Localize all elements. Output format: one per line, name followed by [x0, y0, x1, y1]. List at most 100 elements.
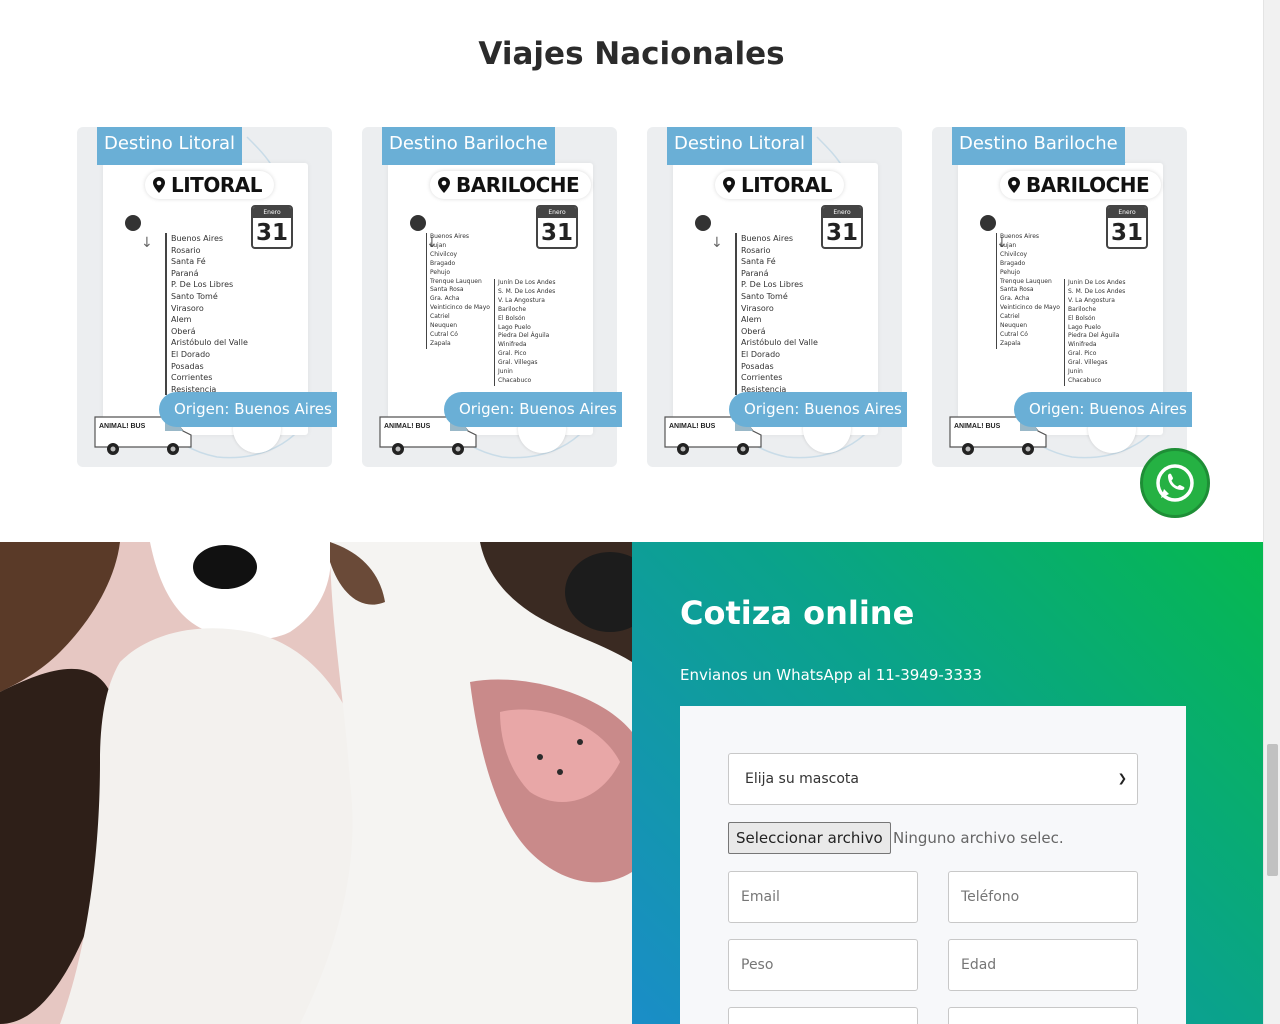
stop-item: Piedra Del Águila — [1068, 332, 1120, 340]
stop-item: Gra. Acha — [430, 295, 460, 303]
stop-item: Zapala — [430, 339, 451, 347]
stop-item: Aristóbulo del Valle — [741, 338, 818, 348]
destination-name-text: BARILOCHE — [1026, 173, 1150, 197]
form-field[interactable] — [948, 1007, 1138, 1024]
stops-list-secondary: Junin De Los Andes S. M. De Los Andes V. L… — [1064, 279, 1125, 386]
origin-tag: Origen: Buenos Aires — [444, 392, 622, 427]
stop-item: Posadas — [171, 361, 204, 371]
location-pin-icon — [153, 177, 165, 193]
stop-item: S. M. De Los Andes — [498, 287, 556, 295]
stop-item: El Dorado — [741, 349, 781, 359]
svg-text:ANIMAL! BUS: ANIMAL! BUS — [384, 423, 431, 430]
stop-item: El Dorado — [171, 349, 211, 359]
scrollbar-thumb[interactable] — [1267, 744, 1278, 876]
stop-item: Zapala — [1000, 339, 1021, 347]
email-field[interactable]: Email — [728, 871, 918, 923]
chevron-down-icon: ❯ — [1117, 772, 1127, 785]
destination-tag: Destino Litoral — [667, 127, 813, 165]
stop-item: Cutral Có — [1000, 330, 1028, 338]
calendar-day: 31 — [255, 220, 288, 246]
stop-item: Santa Fé — [741, 257, 776, 267]
stop-item: Chacabuco — [498, 376, 532, 384]
scrollbar[interactable] — [1263, 0, 1280, 1024]
stop-item: Bariloche — [498, 305, 527, 313]
stops-list: Buenos Aires Rosario Santa Fé Paraná P. De L… — [735, 233, 818, 396]
quote-subtitle: Envianos un WhatsApp al 11-3949-3333 — [680, 666, 982, 684]
stop-item: Alem — [741, 315, 762, 325]
stop-item: Lago Puelo — [498, 323, 531, 331]
dogs-photo — [0, 542, 632, 1024]
form-field[interactable] — [728, 1007, 918, 1024]
stop-item: Veinticinco de Mayo — [1000, 304, 1060, 312]
stop-item: Lago Puelo — [1068, 323, 1101, 331]
svg-text:ANIMAL! BUS: ANIMAL! BUS — [669, 423, 716, 430]
destination-card[interactable]: BARILOCHE Enero 31 ↓ Buenos Aires Lujan Chivil… — [362, 127, 622, 467]
start-dot-icon — [410, 215, 426, 231]
whatsapp-button[interactable] — [1140, 448, 1210, 518]
stop-item: Lujan — [430, 241, 447, 249]
start-dot-icon — [980, 215, 996, 231]
stop-item: Santo Tomé — [741, 291, 788, 301]
stop-item: Buenos Aires — [741, 234, 794, 243]
destination-card[interactable]: LITORAL Enero 31 ↓ Buenos Aires Rosario Santa … — [647, 127, 907, 467]
age-field[interactable]: Edad — [948, 939, 1138, 991]
stop-item: Gral. Pico — [498, 350, 527, 358]
stop-item: Pehujo — [430, 268, 451, 276]
stop-item: Santa Rosa — [1000, 286, 1034, 294]
arrow-down-icon: ↓ — [711, 235, 723, 251]
stop-item: Lujan — [1000, 241, 1017, 249]
stop-item: Virasoro — [171, 303, 204, 313]
stop-item: Aristóbulo del Valle — [171, 338, 248, 348]
weight-field[interactable]: Peso — [728, 939, 918, 991]
start-dot-icon — [125, 215, 141, 231]
calendar-icon: Enero 31 — [251, 205, 293, 249]
destination-card[interactable]: LITORAL Enero 31 ↓ Buenos Aires Rosario Santa … — [77, 127, 337, 467]
location-pin-icon — [1008, 177, 1020, 193]
destination-card[interactable]: BARILOCHE Enero 31 ↓ Buenos Aires Lujan Chivil… — [932, 127, 1192, 467]
stops-list: Buenos Aires Rosario Santa Fé Paraná P. De L… — [165, 233, 248, 396]
stop-item: Trenque Lauquen — [430, 277, 482, 285]
stop-item: Catriel — [430, 313, 450, 321]
destination-name: BARILOCHE — [430, 171, 592, 199]
stop-item: Santo Tomé — [171, 291, 218, 301]
stops-list: Buenos Aires Lujan Chivilcoy Bragado Pehujo T… — [996, 233, 1060, 349]
destination-name: LITORAL — [145, 171, 274, 199]
file-upload-button[interactable]: Seleccionar archivo — [728, 822, 891, 854]
calendar-day: 31 — [1110, 220, 1143, 246]
stop-item: Chacabuco — [1068, 376, 1102, 384]
stop-item: Gral. Pico — [1068, 350, 1097, 358]
stop-item: Bariloche — [1068, 305, 1097, 313]
stop-item: Paraná — [741, 268, 769, 278]
calendar-icon: Enero 31 — [1106, 205, 1148, 249]
stop-item: Oberá — [171, 326, 196, 336]
stop-item: Catriel — [1000, 313, 1020, 321]
stop-item: Santa Rosa — [430, 286, 464, 294]
stop-item: El Bolsón — [498, 314, 526, 322]
stop-item: Cutral Có — [430, 330, 458, 338]
stop-item: Junín De Los Andes — [498, 279, 556, 286]
pet-select-value: Elija su mascota — [745, 771, 860, 787]
calendar-day: 31 — [825, 220, 858, 246]
calendar-icon: Enero 31 — [536, 205, 578, 249]
calendar-icon: Enero 31 — [821, 205, 863, 249]
quote-form: Elija su mascota ❯ Seleccionar archivo N… — [680, 706, 1186, 1024]
phone-field[interactable]: Teléfono — [948, 871, 1138, 923]
stop-item: Gral. Villegas — [498, 359, 538, 367]
stop-item: Veinticinco de Mayo — [430, 304, 490, 312]
arrow-down-icon: ↓ — [141, 235, 153, 251]
stop-item: Piedra Del Águila — [498, 332, 550, 340]
calendar-month: Enero — [538, 207, 576, 218]
start-dot-icon — [695, 215, 711, 231]
stop-item: Bragado — [1000, 259, 1026, 267]
pet-select[interactable]: Elija su mascota ❯ — [728, 753, 1138, 805]
stop-item: Santa Fé — [171, 257, 206, 267]
stop-item: Rosario — [741, 245, 771, 255]
destination-name-text: BARILOCHE — [456, 173, 580, 197]
stop-item: Oberá — [741, 326, 766, 336]
stop-item: P. De Los Libres — [171, 280, 234, 290]
destination-tag: Destino Litoral — [97, 127, 243, 165]
calendar-month: Enero — [823, 207, 861, 218]
file-name-label: Ninguno archivo selec. — [893, 829, 1064, 847]
stop-item: Junin — [1068, 368, 1083, 376]
stop-item: Bragado — [430, 259, 456, 267]
